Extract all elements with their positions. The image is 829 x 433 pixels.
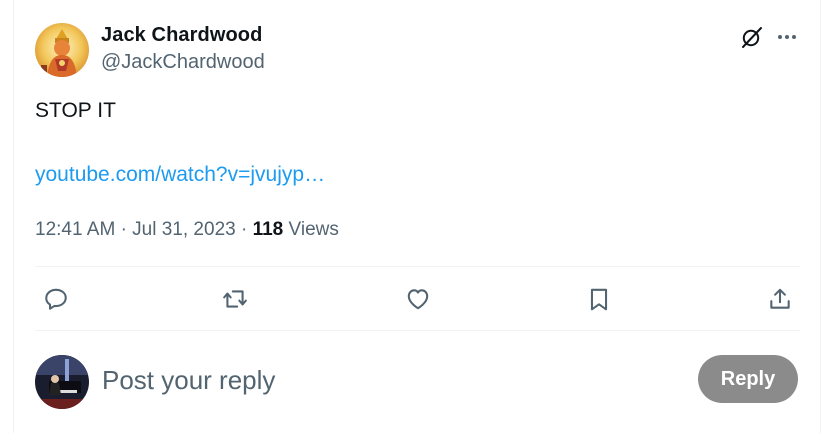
like-icon	[407, 289, 429, 310]
divider	[35, 330, 800, 331]
reply-action-button[interactable]	[43, 286, 69, 312]
bookmark-action-button[interactable]	[586, 286, 612, 312]
share-icon	[770, 288, 790, 309]
meta-separator: ·	[240, 219, 248, 240]
reply-icon	[45, 288, 67, 310]
author-handle[interactable]: @JackChardwood	[101, 51, 265, 74]
share-action-button[interactable]	[767, 286, 793, 312]
tweet-time[interactable]: 12:41 AM	[35, 219, 115, 240]
retweet-action-button[interactable]	[222, 286, 248, 312]
views-label: Views	[288, 219, 339, 240]
like-action-button[interactable]	[405, 286, 431, 312]
pianist-avatar-icon	[35, 355, 89, 409]
author-name[interactable]: Jack Chardwood	[101, 24, 262, 47]
tweet-text: STOP IT	[35, 99, 116, 122]
retweet-icon	[223, 290, 247, 308]
views-count: 118	[252, 219, 284, 240]
reply-input[interactable]	[102, 362, 662, 398]
user-avatar[interactable]	[35, 355, 89, 409]
reply-button[interactable]: Reply	[698, 355, 798, 403]
author-avatar[interactable]	[35, 23, 89, 77]
deity-avatar-icon	[35, 23, 89, 77]
bookmark-icon	[590, 288, 608, 311]
more-options-icon[interactable]	[775, 25, 799, 49]
tweet-date[interactable]: Jul 31, 2023	[132, 219, 236, 240]
divider	[35, 266, 800, 267]
meta-separator: ·	[120, 219, 127, 240]
tweet-meta: 12:41 AM · Jul 31, 2023 · 118 Views	[35, 219, 339, 241]
grok-icon[interactable]	[740, 25, 764, 49]
tweet-link[interactable]: youtube.com/watch?v=jvujyp…	[35, 163, 325, 187]
